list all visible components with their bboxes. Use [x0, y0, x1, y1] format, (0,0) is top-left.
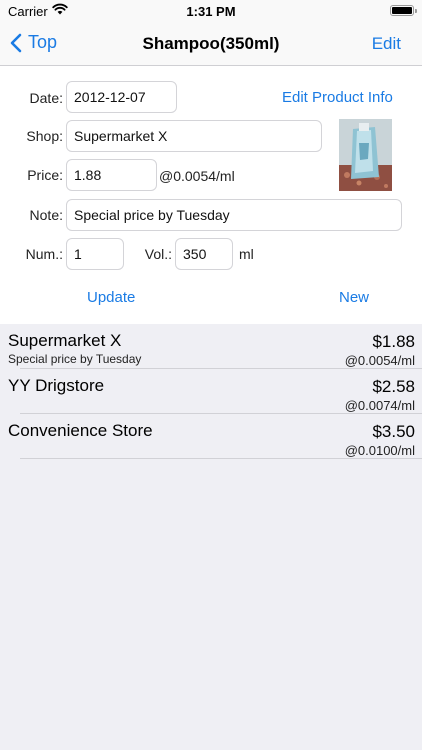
note-field[interactable]: Special price by Tuesday: [66, 199, 402, 231]
chevron-left-icon: [10, 33, 22, 52]
vol-field[interactable]: 350: [175, 238, 233, 270]
date-label: Date:: [29, 90, 63, 106]
edit-product-info-button[interactable]: Edit Product Info: [282, 89, 393, 106]
entry-shop: Convenience Store: [8, 421, 153, 440]
vol-label: Vol.:: [144, 246, 172, 262]
note-label: Note:: [29, 207, 63, 223]
entry-price: $2.58: [372, 377, 415, 396]
edit-button[interactable]: Edit: [372, 34, 401, 54]
num-label: Num.:: [25, 246, 63, 262]
num-field[interactable]: 1: [66, 238, 124, 270]
entry-note: Special price by Tuesday: [8, 352, 142, 366]
date-field[interactable]: 2012-12-07: [66, 81, 177, 113]
status-bar: Carrier 1:31 PM: [0, 0, 422, 22]
list-item[interactable]: YY Drigstore $2.58 @0.0074/ml: [0, 369, 422, 414]
unit-price-label: @0.0054/ml: [159, 168, 235, 184]
entry-price: $3.50: [372, 422, 415, 441]
battery-icon: [390, 5, 417, 16]
page-title: Shampoo(350ml): [142, 34, 280, 53]
price-list: Supermarket X Special price by Tuesday $…: [0, 324, 422, 459]
back-label: Top: [28, 32, 58, 52]
vol-unit-label: ml: [239, 246, 254, 262]
navigation-bar: Top Shampoo(350ml) Edit: [0, 22, 422, 66]
update-button[interactable]: Update: [87, 289, 135, 306]
list-item[interactable]: Supermarket X Special price by Tuesday $…: [0, 324, 422, 369]
price-field[interactable]: 1.88: [66, 159, 157, 191]
back-button[interactable]: Top: [10, 32, 57, 53]
shop-field[interactable]: Supermarket X: [66, 120, 322, 152]
entry-form: Date: 2012-12-07 Edit Product Info Shop:…: [0, 66, 422, 324]
entry-shop: Supermarket X: [8, 331, 122, 350]
product-photo[interactable]: [339, 119, 392, 191]
entry-unit-price: @0.0100/ml: [344, 443, 415, 458]
clock: 1:31 PM: [186, 4, 236, 19]
list-item[interactable]: Convenience Store $3.50 @0.0100/ml: [0, 414, 422, 459]
new-button[interactable]: New: [339, 289, 369, 306]
entry-unit-price: @0.0054/ml: [344, 353, 415, 368]
entry-price: $1.88: [372, 332, 415, 351]
entry-shop: YY Drigstore: [8, 376, 105, 395]
shop-label: Shop:: [26, 128, 63, 144]
price-label: Price:: [27, 167, 63, 183]
entry-unit-price: @0.0074/ml: [344, 398, 415, 413]
row-divider: [20, 458, 422, 459]
